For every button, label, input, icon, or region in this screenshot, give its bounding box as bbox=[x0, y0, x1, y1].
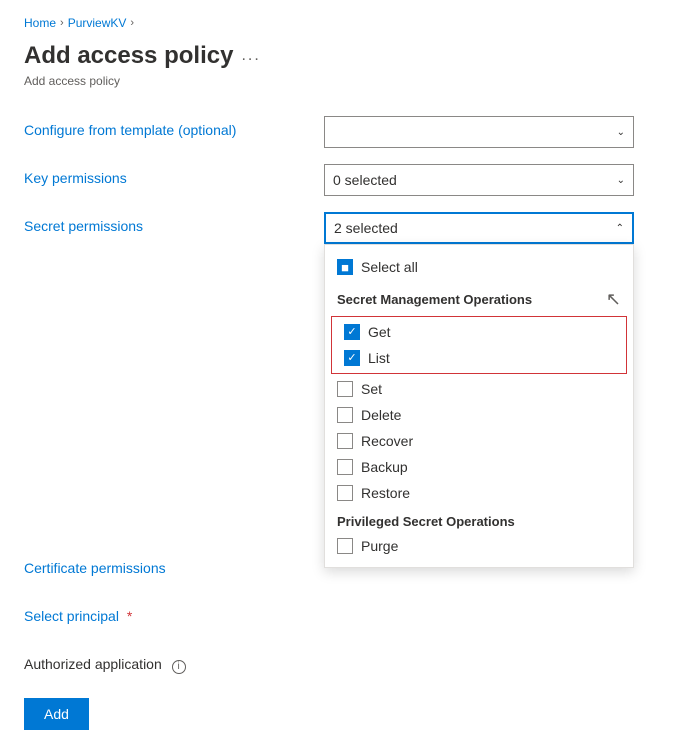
option-get[interactable]: ✓ Get bbox=[332, 319, 626, 345]
set-label: Set bbox=[361, 381, 382, 397]
authorized-application-row: Authorized application i bbox=[24, 650, 657, 682]
secret-permissions-chevron-icon: ⌃ bbox=[616, 223, 624, 234]
recover-checkbox[interactable] bbox=[337, 433, 353, 449]
page-title-container: Add access policy ... bbox=[24, 42, 657, 70]
configure-template-label: Configure from template (optional) bbox=[24, 116, 324, 138]
configure-template-row: Configure from template (optional) ⌄ bbox=[24, 116, 657, 148]
purge-checkbox[interactable] bbox=[337, 538, 353, 554]
option-recover[interactable]: Recover bbox=[325, 428, 633, 454]
option-list[interactable]: ✓ List bbox=[332, 345, 626, 371]
select-all-label: Select all bbox=[361, 259, 418, 275]
select-all-row[interactable]: ■ Select all bbox=[325, 253, 633, 281]
restore-checkbox[interactable] bbox=[337, 485, 353, 501]
certificate-permissions-label: Certificate permissions bbox=[24, 554, 324, 576]
key-permissions-control: 0 selected ⌄ bbox=[324, 164, 657, 196]
secret-management-section-title: Secret Management Operations bbox=[337, 292, 532, 307]
list-label: List bbox=[368, 350, 390, 366]
key-permissions-row: Key permissions 0 selected ⌄ bbox=[24, 164, 657, 196]
option-delete[interactable]: Delete bbox=[325, 402, 633, 428]
breadcrumb-sep-1: › bbox=[60, 17, 64, 29]
secret-permissions-control: 2 selected ⌃ ■ Select all Secret Managem… bbox=[324, 212, 657, 244]
key-permissions-value: 0 selected bbox=[333, 172, 397, 188]
form: Configure from template (optional) ⌄ Key… bbox=[24, 116, 657, 730]
key-permissions-chevron-icon: ⌄ bbox=[617, 175, 625, 186]
select-principal-row: Select principal * bbox=[24, 602, 657, 634]
get-label: Get bbox=[368, 324, 391, 340]
page-subtitle: Add access policy bbox=[24, 74, 657, 88]
select-principal-label: Select principal * bbox=[24, 602, 324, 624]
list-checkbox[interactable]: ✓ bbox=[344, 350, 360, 366]
configure-template-chevron-icon: ⌄ bbox=[617, 127, 625, 138]
select-all-checkbox[interactable]: ■ bbox=[337, 259, 353, 275]
authorized-application-label: Authorized application i bbox=[24, 650, 324, 674]
secret-management-section-header: Secret Management Operations ↖ bbox=[325, 281, 633, 314]
secret-permissions-row: Secret permissions 2 selected ⌃ ■ Select… bbox=[24, 212, 657, 244]
option-purge[interactable]: Purge bbox=[325, 533, 633, 559]
page-title-text: Add access policy bbox=[24, 42, 233, 70]
privileged-section-header: Privileged Secret Operations bbox=[325, 506, 633, 533]
option-set[interactable]: Set bbox=[325, 376, 633, 402]
restore-label: Restore bbox=[361, 485, 410, 501]
page-title-ellipsis[interactable]: ... bbox=[241, 47, 260, 65]
option-backup[interactable]: Backup bbox=[325, 454, 633, 480]
get-check-icon: ✓ bbox=[347, 327, 356, 338]
breadcrumb: Home › PurviewKV › bbox=[24, 16, 657, 30]
delete-label: Delete bbox=[361, 407, 401, 423]
get-checkbox[interactable]: ✓ bbox=[344, 324, 360, 340]
configure-template-control: ⌄ bbox=[324, 116, 657, 148]
option-restore[interactable]: Restore bbox=[325, 480, 633, 506]
breadcrumb-sep-2: › bbox=[130, 17, 134, 29]
purge-label: Purge bbox=[361, 538, 398, 554]
select-all-dash-icon: ■ bbox=[341, 261, 349, 274]
configure-template-dropdown[interactable]: ⌄ bbox=[324, 116, 634, 148]
delete-checkbox[interactable] bbox=[337, 407, 353, 423]
secret-permissions-dropdown[interactable]: 2 selected ⌃ bbox=[324, 212, 634, 244]
key-permissions-dropdown[interactable]: 0 selected ⌄ bbox=[324, 164, 634, 196]
required-star: * bbox=[127, 608, 132, 624]
privileged-section-title: Privileged Secret Operations bbox=[337, 514, 515, 529]
secret-permissions-label: Secret permissions bbox=[24, 212, 324, 234]
secret-permissions-value: 2 selected bbox=[334, 220, 398, 236]
list-check-icon: ✓ bbox=[347, 353, 356, 364]
backup-checkbox[interactable] bbox=[337, 459, 353, 475]
key-permissions-label: Key permissions bbox=[24, 164, 324, 186]
set-checkbox[interactable] bbox=[337, 381, 353, 397]
add-button-container: Add bbox=[24, 698, 657, 730]
backup-label: Backup bbox=[361, 459, 408, 475]
secret-permissions-panel: ■ Select all Secret Management Operation… bbox=[324, 244, 634, 568]
authorized-application-info-icon[interactable]: i bbox=[172, 660, 186, 674]
recover-label: Recover bbox=[361, 433, 413, 449]
breadcrumb-home[interactable]: Home bbox=[24, 16, 56, 30]
add-button[interactable]: Add bbox=[24, 698, 89, 730]
breadcrumb-purviewkv[interactable]: PurviewKV bbox=[68, 16, 127, 30]
cursor-pointer-icon: ↖ bbox=[606, 289, 621, 310]
highlighted-options-container: ✓ Get ✓ List bbox=[331, 316, 627, 374]
